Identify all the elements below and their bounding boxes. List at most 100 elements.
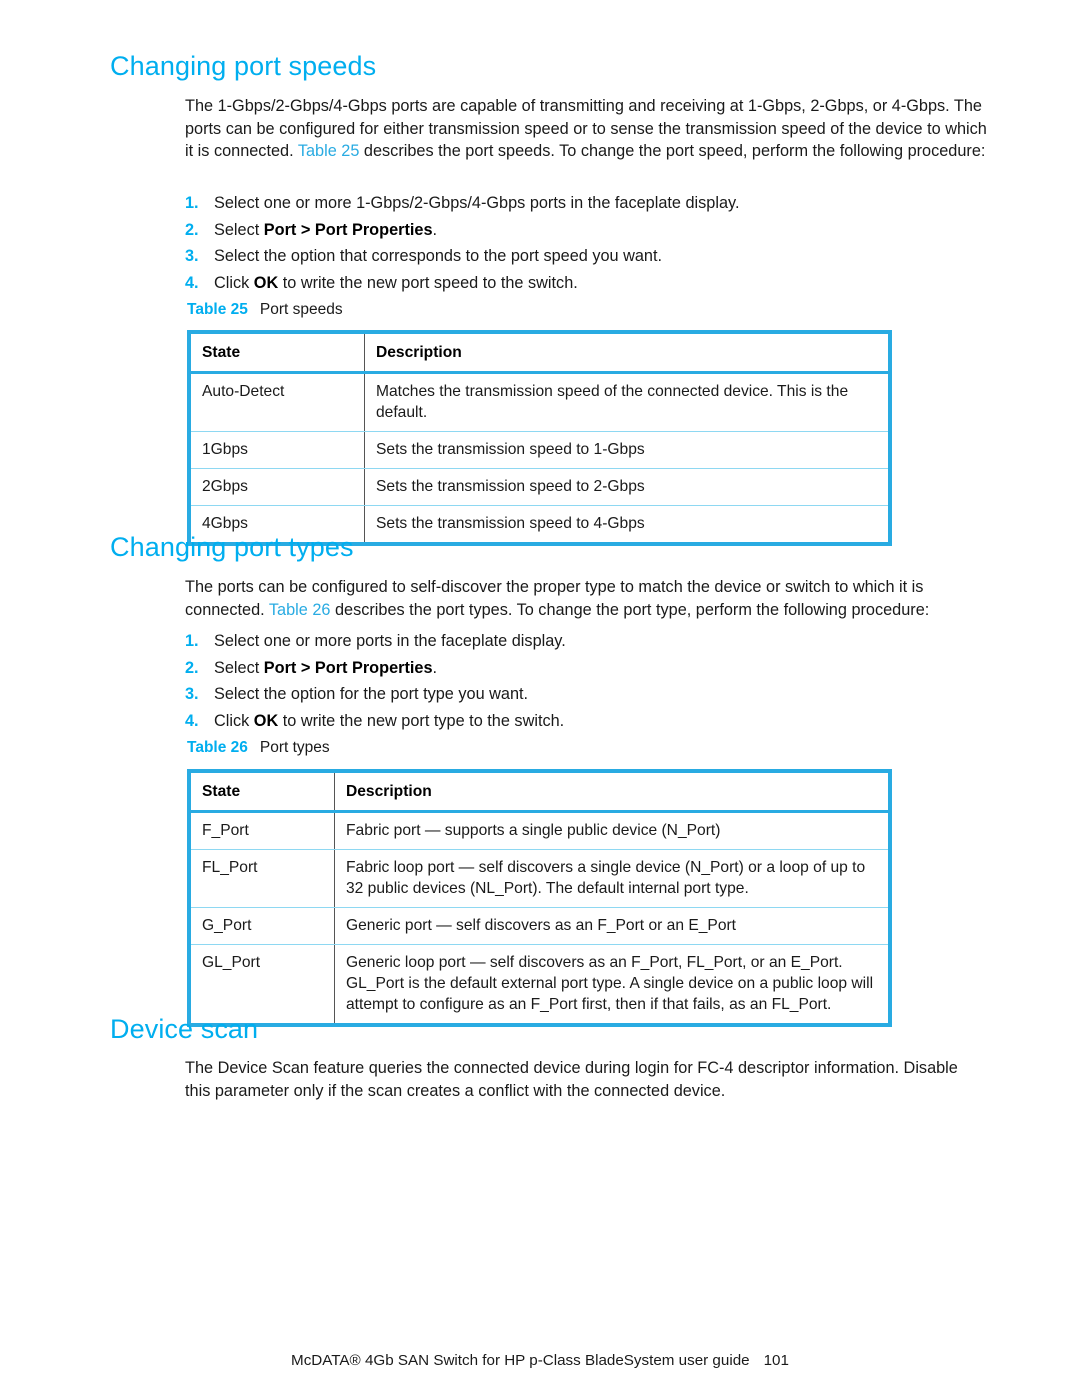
cell-state: 1Gbps [189, 431, 365, 469]
cell-state: Auto-Detect [189, 372, 365, 432]
table-cross-reference[interactable]: Table 26 [269, 601, 331, 619]
section-heading-device-scan: Device scan [110, 1014, 259, 1045]
table-row: Auto-Detect Matches the transmission spe… [189, 372, 890, 432]
step-number: 4. [185, 273, 199, 292]
document-page: Changing port speeds The 1-Gbps/2-Gbps/4… [0, 0, 1080, 1397]
step-text-pre: Select one or more 1-Gbps/2-Gbps/4-Gbps … [214, 194, 740, 212]
step-text-post: to write the new port speed to the switc… [278, 273, 578, 292]
table-header-row: State Description [189, 771, 890, 813]
list-item: 2. Select Port > Port Properties. [185, 657, 975, 680]
page-footer: McDATA® 4Gb SAN Switch for HP p-Class Bl… [0, 1352, 1080, 1369]
intro-paragraph-port-types: The ports can be configured to self-disc… [185, 576, 997, 621]
table-row: 2Gbps Sets the transmission speed to 2-G… [189, 468, 890, 506]
cell-description: Sets the transmission speed to 1-Gbps [364, 431, 890, 469]
cell-state: F_Port [189, 811, 335, 850]
list-item: 4. Click OK to write the new port type to… [185, 710, 975, 733]
table-body: F_Port Fabric port — supports a single p… [189, 811, 890, 1025]
caption-label: Table 26 [187, 739, 248, 756]
step-text-bold: Port > Port Properties [263, 658, 433, 677]
ordered-steps: 1. Select one or more ports in the facepl… [185, 630, 975, 732]
step-text-pre: Select [214, 658, 264, 677]
paragraph-text: The 1-Gbps/2-Gbps/4-Gbps ports are capab… [185, 95, 995, 163]
table-port-types: State Description F_Port Fabric port — s… [187, 769, 892, 1027]
list-item: 1. Select one or more ports in the facepl… [185, 630, 975, 653]
table-cross-reference[interactable]: Table 25 [298, 142, 360, 160]
step-text-pre: Select the option that corresponds to th… [214, 247, 663, 266]
column-header-state: State [189, 332, 365, 374]
cell-description: Fabric port — supports a single public d… [334, 811, 890, 850]
cell-description: Generic loop port — self discovers as an… [346, 954, 874, 1013]
step-text-post: . [432, 220, 438, 239]
section-title: Device scan [110, 1014, 259, 1044]
step-text-pre: Click [214, 711, 254, 730]
table-header-row: State Description [189, 332, 890, 374]
paragraph-text: The Device Scan feature queries the conn… [185, 1059, 958, 1100]
table-row: FL_Port Fabric loop port — self discover… [189, 849, 890, 908]
table-body: Auto-Detect Matches the transmission spe… [189, 372, 890, 544]
table-caption-25: Table 25 Port speeds [187, 300, 343, 320]
cell-description: Matches the transmission speed of the co… [364, 372, 890, 432]
intro-paragraph-device-scan: The Device Scan feature queries the conn… [185, 1057, 985, 1102]
step-text-pre: Select one or more ports in the faceplat… [214, 632, 566, 650]
page-title: Changing port speeds [110, 51, 377, 81]
step-number: 1. [185, 194, 199, 212]
footer-guide-title: McDATA® 4Gb SAN Switch for HP p-Class Bl… [291, 1352, 750, 1369]
cell-description: Fabric loop port — self discovers a sing… [334, 849, 890, 908]
step-number: 4. [185, 711, 199, 730]
table-26-container: State Description F_Port Fabric port — s… [187, 769, 892, 1027]
table-row: GL_Port Generic loop port — self discove… [189, 944, 890, 1025]
step-number: 1. [185, 632, 199, 650]
paragraph-text: The ports can be configured to self-disc… [185, 576, 997, 621]
table-header: State Description [189, 771, 890, 813]
cell-description: Sets the transmission speed to 4-Gbps [376, 515, 645, 532]
column-header-description: Description [334, 771, 890, 813]
step-text-post: to write the new port type to the switch… [278, 711, 565, 730]
paragraph-part-2: describes the port types. To change the … [330, 600, 930, 619]
cell-state: G_Port [189, 907, 335, 945]
step-text-bold: OK [253, 711, 279, 730]
table-header: State Description [189, 332, 890, 374]
caption-text: Port types [259, 739, 330, 756]
step-number: 2. [185, 220, 199, 239]
column-header-description: Description [364, 332, 890, 374]
list-item: 2. Select Port > Port Properties. [185, 219, 975, 242]
cell-state: FL_Port [189, 849, 335, 908]
step-text-pre: Select [214, 220, 264, 239]
cell-description: Generic port — self discovers as an F_Po… [334, 907, 890, 945]
step-text-bold: Port > Port Properties [263, 220, 433, 239]
step-number: 3. [185, 247, 199, 266]
step-text-pre: Select the option for the port type you … [214, 685, 529, 704]
paragraph-part-2: describes the port speeds. To change the… [359, 142, 986, 161]
section-heading-changing-port-speeds: Changing port speeds [110, 51, 377, 82]
table-row: F_Port Fabric port — supports a single p… [189, 811, 890, 850]
step-text-bold: OK [253, 273, 279, 292]
table-caption-26: Table 26 Port types [187, 738, 330, 758]
table-25-container: State Description Auto-Detect Matches th… [187, 330, 892, 546]
step-number: 2. [185, 658, 199, 677]
procedure-list-port-speeds: 1. Select one or more 1-Gbps/2-Gbps/4-Gbp… [185, 192, 975, 298]
ordered-steps: 1. Select one or more 1-Gbps/2-Gbps/4-Gbp… [185, 192, 975, 294]
cell-state: GL_Port [189, 944, 335, 1025]
step-text-post: . [432, 658, 438, 677]
caption-label: Table 25 [187, 301, 248, 318]
caption-line: Table 25 Port speeds [187, 300, 343, 320]
procedure-list-port-types: 1. Select one or more ports in the facepl… [185, 630, 975, 736]
footer-page-number: 101 [763, 1352, 789, 1369]
column-header-state: State [189, 771, 335, 813]
list-item: 3. Select the option that corresponds to … [185, 245, 975, 268]
list-item: 4. Click OK to write the new port speed t… [185, 272, 975, 295]
cell-state: 2Gbps [189, 468, 365, 506]
caption-text: Port speeds [259, 301, 343, 318]
table-row: G_Port Generic port — self discovers as … [189, 907, 890, 945]
intro-paragraph-port-speeds: The 1-Gbps/2-Gbps/4-Gbps ports are capab… [185, 95, 995, 163]
list-item: 1. Select one or more 1-Gbps/2-Gbps/4-Gbp… [185, 192, 975, 215]
list-item: 3. Select the option for the port type yo… [185, 683, 975, 706]
section-heading-changing-port-types: Changing port types [110, 532, 354, 563]
table-port-speeds: State Description Auto-Detect Matches th… [187, 330, 892, 546]
step-number: 3. [185, 685, 199, 704]
step-text-pre: Click [214, 273, 254, 292]
caption-line: Table 26 Port types [187, 738, 330, 758]
section-title: Changing port types [110, 532, 354, 562]
cell-description: Sets the transmission speed to 2-Gbps [364, 468, 890, 506]
table-row: 1Gbps Sets the transmission speed to 1-G… [189, 431, 890, 469]
